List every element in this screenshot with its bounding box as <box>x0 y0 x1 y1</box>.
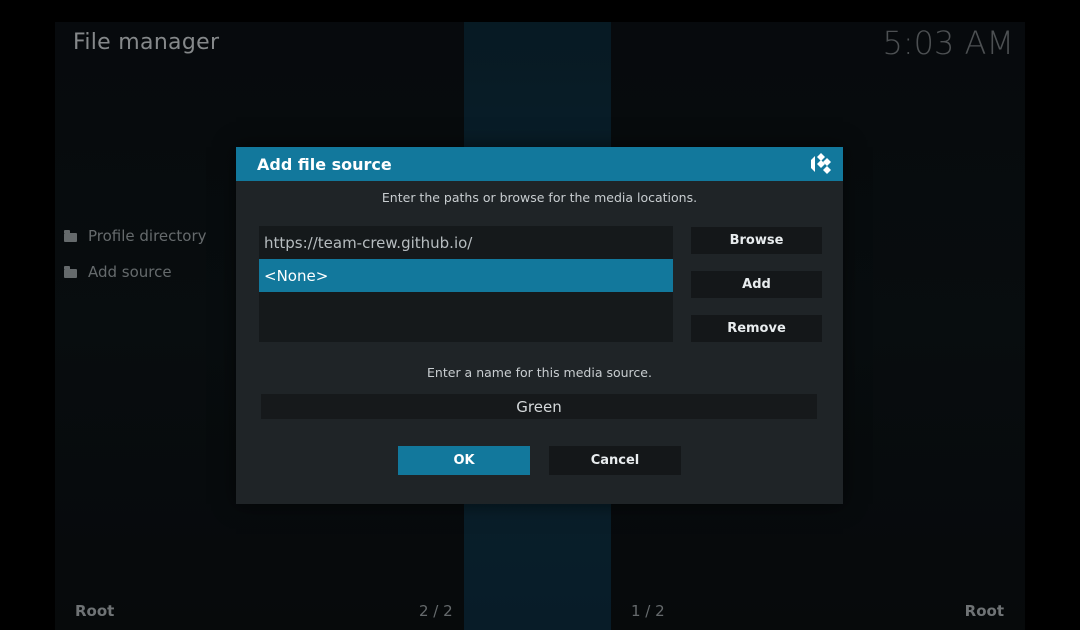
browse-button[interactable]: Browse <box>691 227 822 254</box>
path-instructions: Enter the paths or browse for the media … <box>381 190 698 205</box>
source-name-input[interactable]: Green <box>261 394 817 419</box>
cancel-button[interactable]: Cancel <box>549 446 681 475</box>
path-list: https://team-crew.github.io/ <None> <box>259 226 673 342</box>
name-label: Enter a name for this media source. <box>427 365 652 380</box>
path-item[interactable]: https://team-crew.github.io/ <box>259 226 673 259</box>
remove-button[interactable]: Remove <box>691 315 822 342</box>
add-file-source-dialog: Add file source Enter the paths or brows… <box>236 147 843 504</box>
dialog-title: Add file source <box>257 154 392 174</box>
screen: File manager 5:03 AM Profile directory A… <box>0 0 1080 630</box>
add-button[interactable]: Add <box>691 271 822 298</box>
dialog-header: Add file source <box>236 147 843 181</box>
path-item-selected[interactable]: <None> <box>259 259 673 292</box>
ok-button[interactable]: OK <box>398 446 530 475</box>
kodi-logo-icon <box>811 153 831 174</box>
